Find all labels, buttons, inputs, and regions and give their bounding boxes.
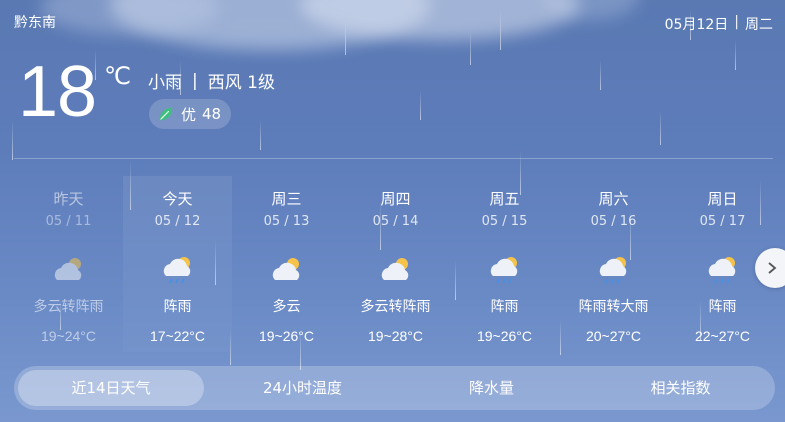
tab-bar: 近14日天气 24小时温度 降水量 相关指数 (14, 366, 775, 410)
current-condition-line: 小雨 | 西风 1级 (148, 68, 275, 94)
rain-streak (660, 110, 661, 145)
cloud-sun-icon (341, 252, 450, 288)
day-condition: 多云 (272, 299, 301, 315)
day-date: 05 / 12 (154, 214, 201, 229)
rain-streak (470, 30, 471, 65)
current-condition: 小雨 (148, 73, 182, 93)
day-name: 周三 (271, 190, 302, 208)
day-temp-range: 19~28°C (367, 328, 424, 344)
day-name: 周日 (707, 190, 738, 208)
forecast-day[interactable]: 周三 05 / 13 多云 19~26°C (232, 176, 341, 352)
rain-streak (12, 120, 13, 160)
forecast-day[interactable]: 周五 05 / 15 阵雨 19~26°C (450, 176, 559, 352)
forecast-list: 昨天 05 / 11 多云转阵雨 19~24°C 今天 05 / 12 阵雨 1… (14, 176, 780, 352)
day-date: 05 / 13 (263, 214, 310, 229)
rain-streak (735, 40, 736, 70)
day-temp-range: 20~27°C (585, 328, 642, 344)
temperature-unit: ℃ (104, 62, 131, 90)
day-date: 05 / 11 (45, 214, 92, 229)
forecast-day[interactable]: 昨天 05 / 11 多云转阵雨 19~24°C (14, 176, 123, 352)
day-name: 周四 (380, 190, 411, 208)
current-wind: 西风 1级 (207, 73, 275, 93)
chevron-right-icon (768, 262, 777, 274)
divider (14, 158, 773, 159)
date-label: 05月12日 (664, 17, 729, 33)
day-condition: 阵雨 (490, 299, 519, 315)
forecast-day[interactable]: 今天 05 / 12 阵雨 17~22°C (123, 176, 232, 352)
cloud-sun-icon (14, 252, 123, 288)
location-label[interactable]: 黔东南 (14, 12, 56, 32)
tab-precipitation[interactable]: 降水量 (401, 370, 582, 406)
aqi-value: 48 (202, 105, 222, 123)
leaf-icon (159, 107, 173, 121)
cloud-sun-icon (232, 252, 341, 288)
rain-streak (500, 10, 501, 50)
rain-streak (600, 60, 601, 90)
current-temperature: 18 (18, 52, 97, 132)
day-condition: 多云转阵雨 (33, 299, 104, 315)
day-name: 周五 (489, 190, 520, 208)
day-date: 05 / 14 (372, 214, 419, 229)
day-condition: 阵雨 (163, 299, 192, 315)
rain-streak (420, 90, 421, 120)
rain-streak (345, 20, 346, 55)
tab-indices[interactable]: 相关指数 (590, 370, 771, 406)
aqi-badge[interactable]: 优 48 (149, 99, 232, 129)
day-name: 今天 (162, 190, 193, 208)
tab-14-day[interactable]: 近14日天气 (18, 370, 204, 406)
separator: | (192, 70, 198, 91)
day-condition: 阵雨 (708, 299, 737, 315)
day-condition: 多云转阵雨 (360, 299, 431, 315)
tab-24-hour-temp[interactable]: 24小时温度 (212, 370, 393, 406)
day-temp-range: 17~22°C (149, 328, 206, 344)
sun-rain-icon (123, 252, 232, 288)
separator: | (734, 14, 739, 30)
day-date: 05 / 17 (699, 214, 746, 229)
day-name: 昨天 (53, 190, 84, 208)
day-name: 周六 (598, 190, 629, 208)
day-condition: 阵雨转大雨 (578, 299, 649, 315)
sun-rain-icon (450, 252, 559, 288)
rain-streak (260, 120, 261, 150)
day-date: 05 / 15 (481, 214, 528, 229)
day-temp-range: 22~27°C (694, 328, 751, 344)
day-date: 05 / 16 (590, 214, 637, 229)
forecast-day[interactable]: 周四 05 / 14 多云转阵雨 19~28°C (341, 176, 450, 352)
day-temp-range: 19~26°C (476, 328, 533, 344)
day-temp-range: 19~24°C (40, 328, 97, 344)
aqi-label: 优 (181, 105, 197, 124)
weekday-label: 周二 (745, 17, 773, 33)
day-temp-range: 19~26°C (258, 328, 315, 344)
sun-rain-icon (559, 252, 668, 288)
date-line: 05月12日 | 周二 (665, 14, 773, 34)
forecast-day[interactable]: 周六 05 / 16 阵雨转大雨 20~27°C (559, 176, 668, 352)
